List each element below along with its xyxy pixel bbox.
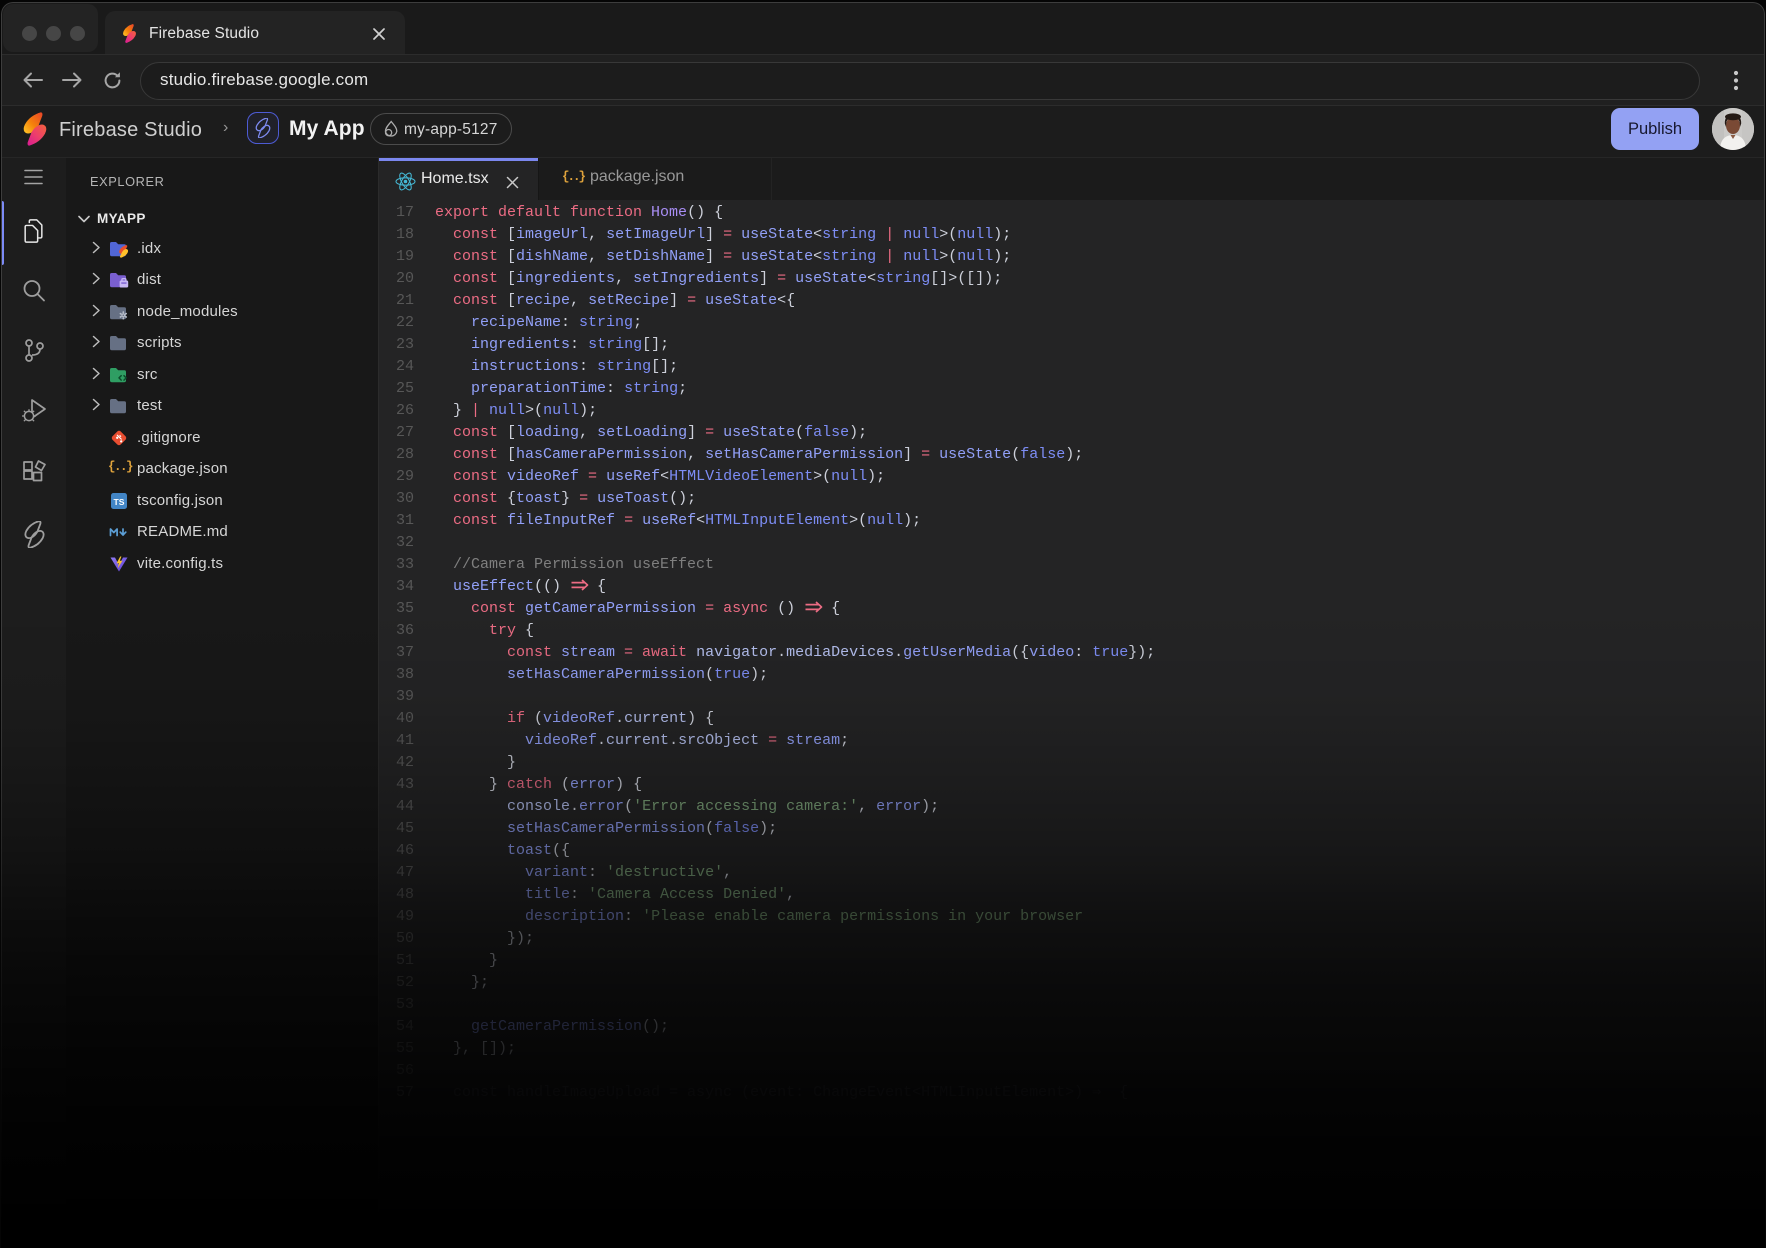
svg-text:TS: TS [114,497,125,507]
